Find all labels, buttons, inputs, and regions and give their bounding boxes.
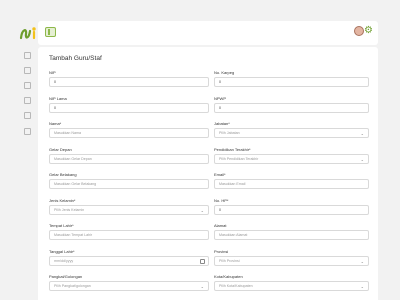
input-placeholder: Pilih Pendidikan Terakhir (219, 156, 259, 161)
form-input[interactable]: Masukkan Email (214, 179, 369, 189)
input-placeholder: Pilih Kota/Kabupaten (219, 284, 253, 288)
sidebar (0, 0, 38, 300)
chevron-down-icon[interactable]: ⌄ (361, 129, 364, 137)
field-label: Alamat (214, 223, 227, 228)
input-placeholder: Masukkan Email (219, 182, 246, 186)
chevron-down-icon[interactable]: ⌄ (361, 282, 364, 290)
input-placeholder: Masukkan Gelar Belakang (54, 182, 97, 186)
chevron-down-icon[interactable]: ⌄ (361, 257, 364, 265)
input-placeholder: Pilih Jabatan (219, 131, 240, 135)
form-input[interactable]: Pilih Provinsi ⌄ (214, 255, 369, 266)
field-label: Jabatan* (214, 121, 230, 126)
grid-icon[interactable] (24, 67, 31, 74)
chevron-down-icon[interactable]: ⌄ (361, 155, 364, 163)
field-label: Tempat Lahir* (49, 223, 74, 228)
form-input[interactable]: Masukkan Gelar Depan (49, 153, 209, 164)
page-title: Tambah Guru/Staf (49, 55, 102, 62)
field-label: NPWP (214, 95, 226, 101)
form-input[interactable]: 0 (49, 102, 209, 113)
input-value: 0 (219, 207, 221, 212)
form-input[interactable]: Pilih Pendidikan Terakhir ⌄ (214, 153, 369, 164)
field-label: Jenis Kelamin* (49, 197, 76, 203)
chevron-down-icon[interactable]: ⌄ (201, 206, 204, 214)
document-icon[interactable] (24, 97, 31, 104)
form-input[interactable]: Pilih Kota/Kabupaten ⌄ (214, 281, 369, 291)
field-label: No. Karpeg (214, 70, 235, 75)
input-value: 0 (54, 105, 56, 110)
archive-icon[interactable] (24, 112, 31, 119)
input-placeholder: Masukkan Alamat (219, 233, 248, 237)
brand-logo[interactable] (19, 25, 39, 41)
gear-icon[interactable]: ⚙ (364, 25, 373, 37)
form-input[interactable]: Masukkan Tempat Lahir (49, 230, 209, 240)
field-label: Nama* (49, 121, 62, 126)
input-placeholder: Pilih Jenis Kelamin (54, 207, 85, 212)
form-input[interactable]: Pilih Jabatan ⌄ (214, 128, 369, 138)
field-label: Gelar Depan (49, 146, 72, 152)
chevron-down-icon[interactable]: ⌄ (201, 282, 204, 290)
input-placeholder: Pilih Pangkat/golongan (54, 284, 91, 288)
form-input[interactable]: Pilih Jenis Kelamin ⌄ (49, 204, 209, 215)
field-label: Email* (214, 172, 226, 177)
input-value: 0 (219, 105, 221, 110)
field-label: Pangkat/Golongan (49, 274, 83, 279)
field-label: No. HP* (214, 197, 229, 203)
form-input[interactable]: 0 (214, 102, 369, 113)
form-input[interactable]: Masukkan Gelar Belakang (49, 179, 209, 189)
id-card-icon[interactable] (24, 128, 31, 135)
calendar-icon[interactable] (200, 258, 205, 264)
input-value: 0 (219, 80, 221, 84)
form-input[interactable]: Masukkan Nama (49, 128, 209, 138)
field-label: Kota/Kabupaten (214, 274, 243, 279)
field-label: NIP Lama (49, 95, 67, 101)
form-input[interactable]: Pilih Pangkat/golongan ⌄ (49, 281, 209, 291)
field-label: Tanggal Lahir* (49, 248, 75, 254)
input-placeholder: mm/dd/yyyy (54, 258, 74, 263)
avatar[interactable] (354, 26, 364, 36)
form-input[interactable]: 0 (214, 204, 369, 215)
input-placeholder: Masukkan Tempat Lahir (54, 233, 93, 237)
form-card: Tambah Guru/Staf NIP 0 NIP Lama 0 Nama* Masuk… (38, 47, 378, 300)
dashboard-icon[interactable] (24, 52, 31, 59)
input-placeholder: Masukkan Gelar Depan (54, 156, 92, 161)
form-input[interactable]: Masukkan Alamat (214, 230, 369, 240)
input-value: 0 (54, 80, 56, 84)
sidebar-toggle-button[interactable] (45, 27, 56, 37)
form-input[interactable]: 0 (214, 77, 369, 87)
input-placeholder: Masukkan Nama (54, 131, 81, 135)
field-label: Provinsi (214, 248, 229, 254)
field-label: NIP (49, 70, 56, 75)
field-label: Gelar Belakang (49, 172, 77, 177)
form-input[interactable]: 0 (49, 77, 209, 87)
folder-icon[interactable] (24, 82, 31, 89)
field-label: Pendidikan Terakhir* (214, 146, 251, 152)
top-bar: ⚙ (38, 21, 378, 45)
input-placeholder: Pilih Provinsi (219, 258, 240, 263)
form-input[interactable]: mm/dd/yyyy (49, 255, 209, 266)
